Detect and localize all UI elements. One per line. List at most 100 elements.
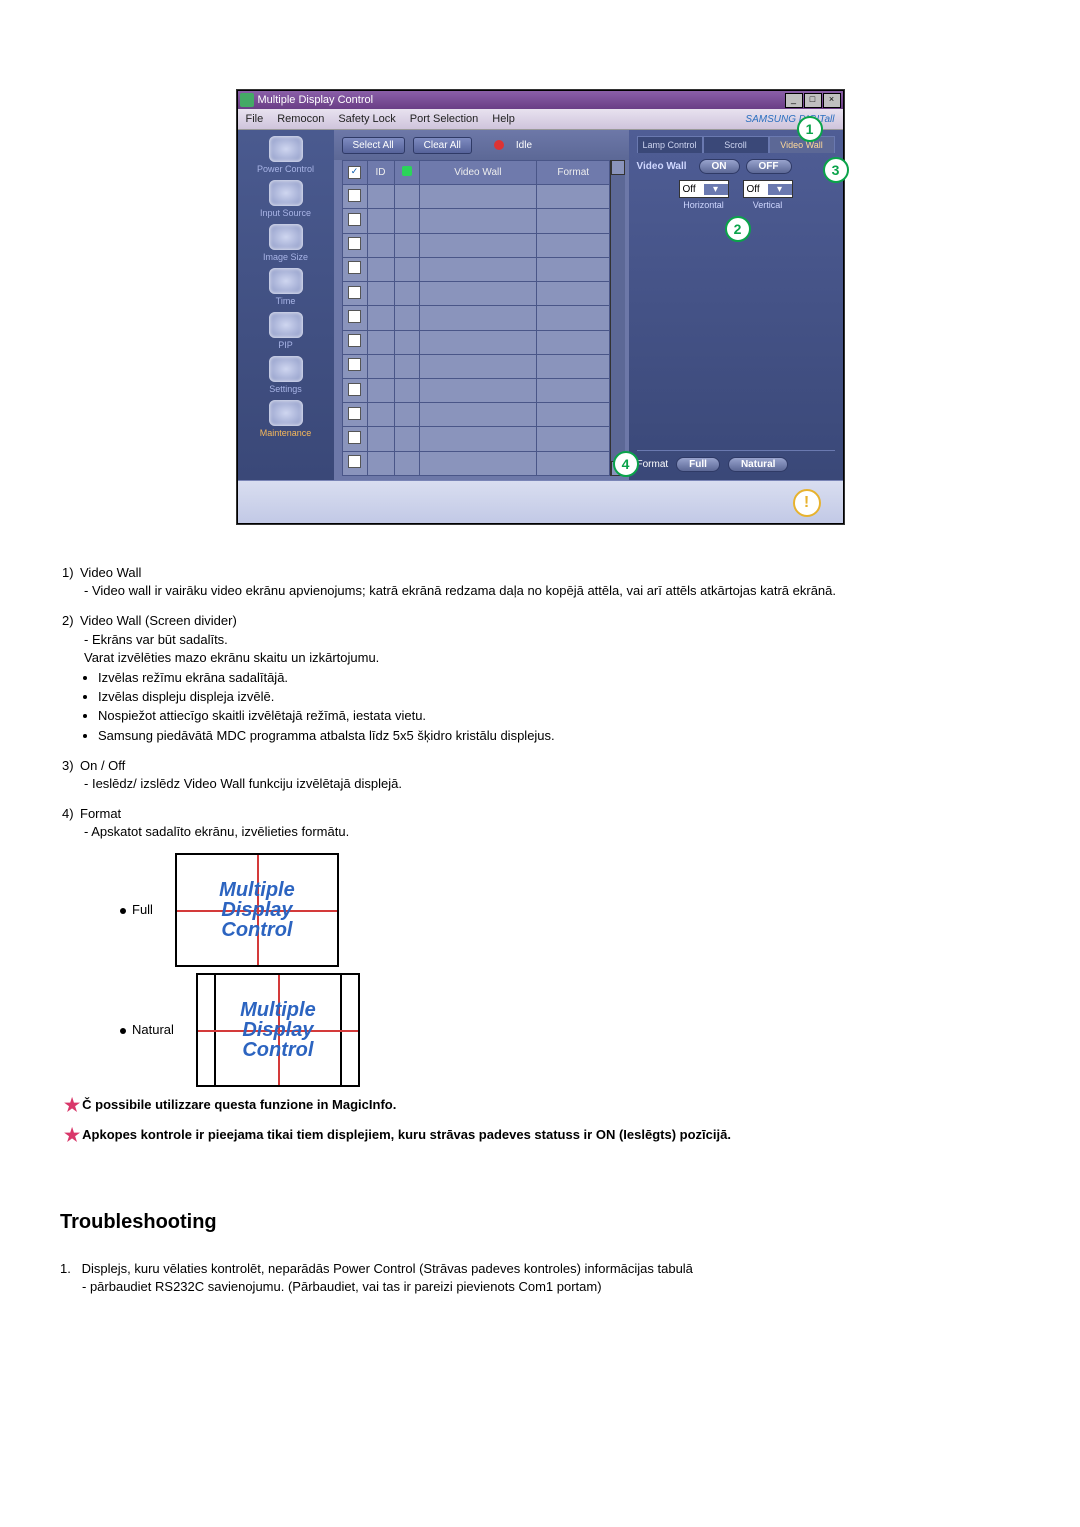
sidebar: Power Control Input Source Image Size Ti… xyxy=(238,130,334,480)
col-format[interactable]: Format xyxy=(537,161,610,185)
format-full-illustration: Multiple Display Control xyxy=(175,853,339,967)
power-control-icon xyxy=(269,136,303,162)
chevron-down-icon: ▾ xyxy=(704,184,728,195)
vertical-select[interactable]: Off▾ xyxy=(743,180,793,198)
note-text: Apkopes kontrole ir pieejama tikai tiem … xyxy=(82,1127,731,1142)
tab-lamp-control[interactable]: Lamp Control xyxy=(637,136,703,153)
item-number: 3) xyxy=(62,757,80,775)
troubleshooting-heading: Troubleshooting xyxy=(60,1208,1020,1236)
format-natural-button[interactable]: Natural xyxy=(728,457,788,472)
status-strip: ! xyxy=(238,480,843,523)
sidebar-item-settings[interactable]: Settings xyxy=(242,356,330,394)
list-item: Izvēlas režīmu ekrāna sadalītājā. xyxy=(98,669,1020,687)
vertical-caption: Vertical xyxy=(753,200,783,210)
ts-item-sub: pārbaudiet RS232C savienojumu. (Pārbaudi… xyxy=(90,1279,602,1294)
callout-1: 1 xyxy=(797,116,823,142)
item-number: 2) xyxy=(62,612,80,630)
table-scrollbar[interactable] xyxy=(610,160,624,476)
settings-icon xyxy=(269,356,303,382)
horizontal-select[interactable]: Off▾ xyxy=(679,180,729,198)
item-number: 4) xyxy=(62,805,80,823)
col-id[interactable]: ID xyxy=(367,161,394,185)
star-icon: ★ xyxy=(64,1125,80,1145)
sidebar-item-pip[interactable]: PIP xyxy=(242,312,330,350)
clear-all-button[interactable]: Clear All xyxy=(413,137,472,154)
app-window: Multiple Display Control _ □ × File Remo… xyxy=(237,90,844,524)
time-icon xyxy=(269,268,303,294)
window-title: Multiple Display Control xyxy=(258,94,785,106)
star-icon: ★ xyxy=(64,1095,80,1115)
menu-remocon[interactable]: Remocon xyxy=(277,113,324,125)
callout-4: 4 xyxy=(613,451,639,477)
menu-port-selection[interactable]: Port Selection xyxy=(410,113,478,125)
scroll-up-icon[interactable] xyxy=(611,160,624,175)
idle-indicator-icon xyxy=(494,140,504,150)
header-checkbox[interactable] xyxy=(348,166,361,179)
ts-item-number: 1. xyxy=(60,1260,78,1278)
horizontal-caption: Horizontal xyxy=(683,200,724,210)
table-row[interactable] xyxy=(342,451,610,475)
list-item: Nospiežot attiecīgo skaitli izvēlētajā r… xyxy=(98,707,1020,725)
col-power[interactable] xyxy=(394,161,419,185)
idle-label: Idle xyxy=(516,140,532,151)
ts-item-text: Displejs, kuru vēlaties kontrolēt, nepar… xyxy=(82,1261,693,1276)
list-item: Samsung piedāvātā MDC programma atbalsta… xyxy=(98,727,1020,745)
table-row[interactable] xyxy=(342,306,610,330)
center-panel: Select All Clear All Idle ID Video Wall … xyxy=(334,130,629,480)
sidebar-item-time[interactable]: Time xyxy=(242,268,330,306)
menu-file[interactable]: File xyxy=(246,113,264,125)
note-text: Č possibile utilizzare questa funzione i… xyxy=(82,1097,396,1112)
item-title: On / Off xyxy=(80,758,125,773)
video-wall-label: Video Wall xyxy=(637,161,693,172)
table-row[interactable] xyxy=(342,209,610,233)
col-video-wall[interactable]: Video Wall xyxy=(419,161,537,185)
select-all-button[interactable]: Select All xyxy=(342,137,405,154)
callout-3: 3 xyxy=(823,157,849,183)
on-button[interactable]: ON xyxy=(699,159,740,174)
item-title: Format xyxy=(80,806,121,821)
options-panel: 1 Lamp Control Scroll Video Wall Video W… xyxy=(629,130,843,480)
format-full-button[interactable]: Full xyxy=(676,457,720,472)
maintenance-icon xyxy=(269,400,303,426)
format-natural-illustration: Multiple Display Control xyxy=(196,973,360,1087)
item-title: Video Wall xyxy=(80,565,141,580)
sidebar-item-power-control[interactable]: Power Control xyxy=(242,136,330,174)
table-row[interactable] xyxy=(342,233,610,257)
full-label: Full xyxy=(132,902,153,917)
minimize-button[interactable]: _ xyxy=(785,93,803,108)
table-row[interactable] xyxy=(342,354,610,378)
pip-icon xyxy=(269,312,303,338)
item-text: Video wall ir vairāku video ekrānu apvie… xyxy=(92,583,836,598)
table-row[interactable] xyxy=(342,282,610,306)
close-button[interactable]: × xyxy=(823,93,841,108)
callout-2: 2 xyxy=(725,216,751,242)
sidebar-item-image-size[interactable]: Image Size xyxy=(242,224,330,262)
app-icon xyxy=(240,93,254,107)
input-source-icon xyxy=(269,180,303,206)
table-row[interactable] xyxy=(342,427,610,451)
list-item: Izvēlas displeju displeja izvēlē. xyxy=(98,688,1020,706)
sidebar-item-maintenance[interactable]: Maintenance xyxy=(242,400,330,438)
table-row[interactable] xyxy=(342,330,610,354)
image-size-icon xyxy=(269,224,303,250)
off-button[interactable]: OFF xyxy=(746,159,792,174)
format-label: Format xyxy=(637,459,669,470)
titlebar: Multiple Display Control _ □ × xyxy=(238,91,843,109)
maximize-button[interactable]: □ xyxy=(804,93,822,108)
chevron-down-icon: ▾ xyxy=(768,184,792,195)
warning-icon: ! xyxy=(793,489,821,517)
menubar: File Remocon Safety Lock Port Selection … xyxy=(238,109,843,130)
display-table: ID Video Wall Format xyxy=(342,160,611,476)
table-row[interactable] xyxy=(342,403,610,427)
menu-safety-lock[interactable]: Safety Lock xyxy=(338,113,395,125)
document-body: 1)Video Wall - Video wall ir vairāku vid… xyxy=(60,564,1020,1296)
item-title: Video Wall (Screen divider) xyxy=(80,613,237,628)
table-row[interactable] xyxy=(342,257,610,281)
menu-help[interactable]: Help xyxy=(492,113,515,125)
item-number: 1) xyxy=(62,564,80,582)
table-row[interactable] xyxy=(342,185,610,209)
natural-label: Natural xyxy=(132,1022,174,1037)
tab-scroll[interactable]: Scroll xyxy=(703,136,769,153)
table-row[interactable] xyxy=(342,378,610,402)
sidebar-item-input-source[interactable]: Input Source xyxy=(242,180,330,218)
